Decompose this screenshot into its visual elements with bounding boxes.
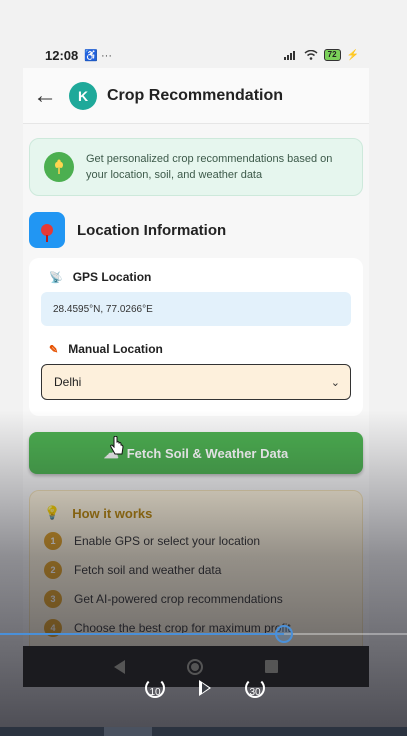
step-number: 2: [44, 561, 62, 579]
forward-30-button[interactable]: 30: [243, 676, 267, 700]
nav-recents-icon[interactable]: [265, 660, 278, 673]
battery-icon: 72: [323, 49, 341, 61]
app-bar: ← K Crop Recommendation: [23, 68, 369, 124]
manual-label-row: ✎ Manual Location: [49, 342, 351, 356]
play-button[interactable]: [193, 676, 217, 700]
step-text: Enable GPS or select your location: [74, 534, 261, 548]
how-it-works-title: How it works: [72, 505, 153, 521]
step-item: 1 Enable GPS or select your location: [44, 532, 348, 550]
video-seek-progress: [0, 633, 285, 635]
section-title: Location Information: [77, 221, 227, 239]
location-card: 📡 GPS Location 28.4595°N, 77.0266°E ✎ Ma…: [29, 258, 363, 416]
wifi-icon: [304, 50, 318, 60]
page-title: Crop Recommendation: [107, 86, 284, 104]
wheat-icon: [44, 152, 74, 182]
gps-label-row: 📡 GPS Location: [49, 270, 351, 284]
satellite-icon: 📡: [49, 271, 63, 284]
status-bar: 12:08 ♿ ··· 72 ⚡: [23, 42, 369, 68]
step-number: 3: [44, 590, 62, 608]
status-notification-icons: ♿ ···: [84, 49, 112, 62]
location-pin-icon: [29, 212, 65, 248]
charging-icon: ⚡: [346, 49, 359, 61]
fetch-data-button[interactable]: ☁ Fetch Soil & Weather Data: [29, 432, 363, 474]
nav-home-icon[interactable]: [187, 658, 203, 675]
nav-back-icon[interactable]: [114, 659, 125, 674]
location-section-header: Location Information: [29, 212, 369, 248]
gps-label: GPS Location: [72, 270, 152, 284]
step-item: 3 Get AI-powered crop recommendations: [44, 590, 348, 608]
how-it-works-title-row: 💡 How it works: [44, 505, 348, 521]
phone-screen: 12:08 ♿ ··· 72 ⚡ ← K Crop Recommendation…: [23, 42, 369, 687]
manual-location-select[interactable]: Delhi ⌄: [41, 364, 351, 400]
video-seek-handle[interactable]: [275, 625, 294, 643]
status-time: 12:08: [45, 47, 79, 63]
banner-text: Get personalized crop recommendations ba…: [86, 153, 333, 181]
manual-label: Manual Location: [68, 342, 163, 356]
fetch-button-label: Fetch Soil & Weather Data: [126, 445, 289, 461]
play-icon: [199, 680, 211, 696]
taskbar-item[interactable]: [104, 727, 152, 736]
rewind-10-button[interactable]: 10: [143, 676, 167, 700]
lightbulb-icon: 💡: [44, 505, 61, 520]
back-arrow-icon[interactable]: ←: [33, 82, 63, 110]
info-banner: Get personalized crop recommendations ba…: [29, 138, 363, 196]
hand-cursor-icon: [110, 436, 124, 455]
status-right-icons: 72 ⚡: [283, 49, 359, 61]
pencil-icon: ✎: [49, 343, 59, 356]
selected-location: Delhi: [54, 375, 82, 389]
signal-icon: [283, 51, 295, 60]
forward-label: 30: [249, 686, 261, 698]
video-controls: 10 30: [0, 676, 407, 706]
step-item: 2 Fetch soil and weather data: [44, 561, 348, 579]
rewind-label: 10: [149, 686, 161, 698]
gps-coordinates-field: 28.4595°N, 77.0266°E: [41, 292, 351, 326]
host-taskbar: [0, 727, 407, 736]
step-number: 1: [44, 532, 62, 550]
step-text: Fetch soil and weather data: [74, 563, 222, 577]
avatar: K: [69, 81, 97, 110]
chevron-down-icon: ⌄: [330, 376, 340, 389]
step-text: Get AI-powered crop recommendations: [74, 592, 283, 606]
